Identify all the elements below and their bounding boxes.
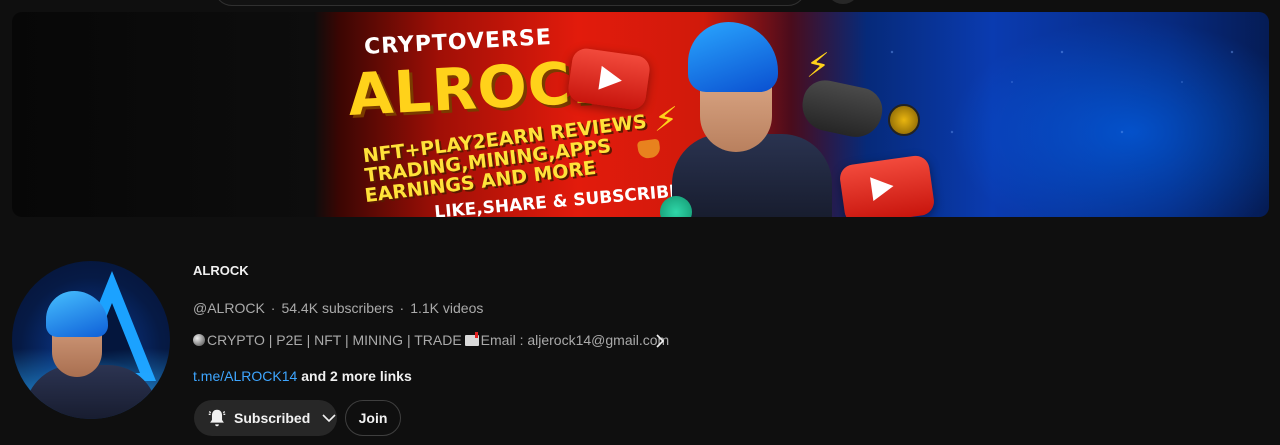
channel-handle: @ALROCK	[193, 300, 265, 316]
subscribed-label: Subscribed	[234, 410, 311, 426]
telegram-link[interactable]: t.me/ALROCK14	[193, 368, 297, 384]
youtube-play-icon	[566, 46, 652, 112]
channel-meta: @ALROCK · 54.4K subscribers · 1.1K videos	[193, 300, 483, 316]
channel-avatar[interactable]	[12, 261, 170, 419]
search-bar[interactable]	[214, 0, 806, 6]
youtube-play-icon	[838, 154, 936, 217]
voice-search-button[interactable]	[826, 0, 860, 4]
subscriber-count: 54.4K subscribers	[281, 300, 394, 316]
metamask-fox-icon	[636, 138, 662, 160]
meta-separator: ·	[270, 300, 276, 316]
channel-banner: CRYPTOVERSE ALROCK NFT+PLAY2EARN REVIEWS…	[12, 12, 1269, 217]
chevron-down-icon	[320, 409, 338, 427]
channel-links: t.me/ALROCK14 and 2 more links	[193, 368, 412, 384]
channel-name: ALROCK	[193, 263, 249, 278]
description-email: Email : aljerock14@gmail.com	[480, 332, 670, 348]
more-links[interactable]: and 2 more links	[301, 368, 411, 384]
description-text: CRYPTO | P2E | NFT | MINING | TRADE	[207, 332, 462, 348]
video-count: 1.1K videos	[410, 300, 484, 316]
bnb-coin-icon	[888, 104, 920, 136]
mailbox-icon	[464, 331, 479, 346]
channel-description[interactable]: CRYPTO | P2E | NFT | MINING | TRADE Emai…	[193, 331, 670, 348]
join-button[interactable]: Join	[345, 400, 401, 436]
moon-icon	[193, 334, 205, 346]
bell-icon	[206, 407, 228, 429]
subscribed-button[interactable]: Subscribed	[194, 400, 337, 436]
meta-separator: ·	[399, 300, 405, 316]
chevron-right-icon[interactable]	[650, 330, 670, 352]
